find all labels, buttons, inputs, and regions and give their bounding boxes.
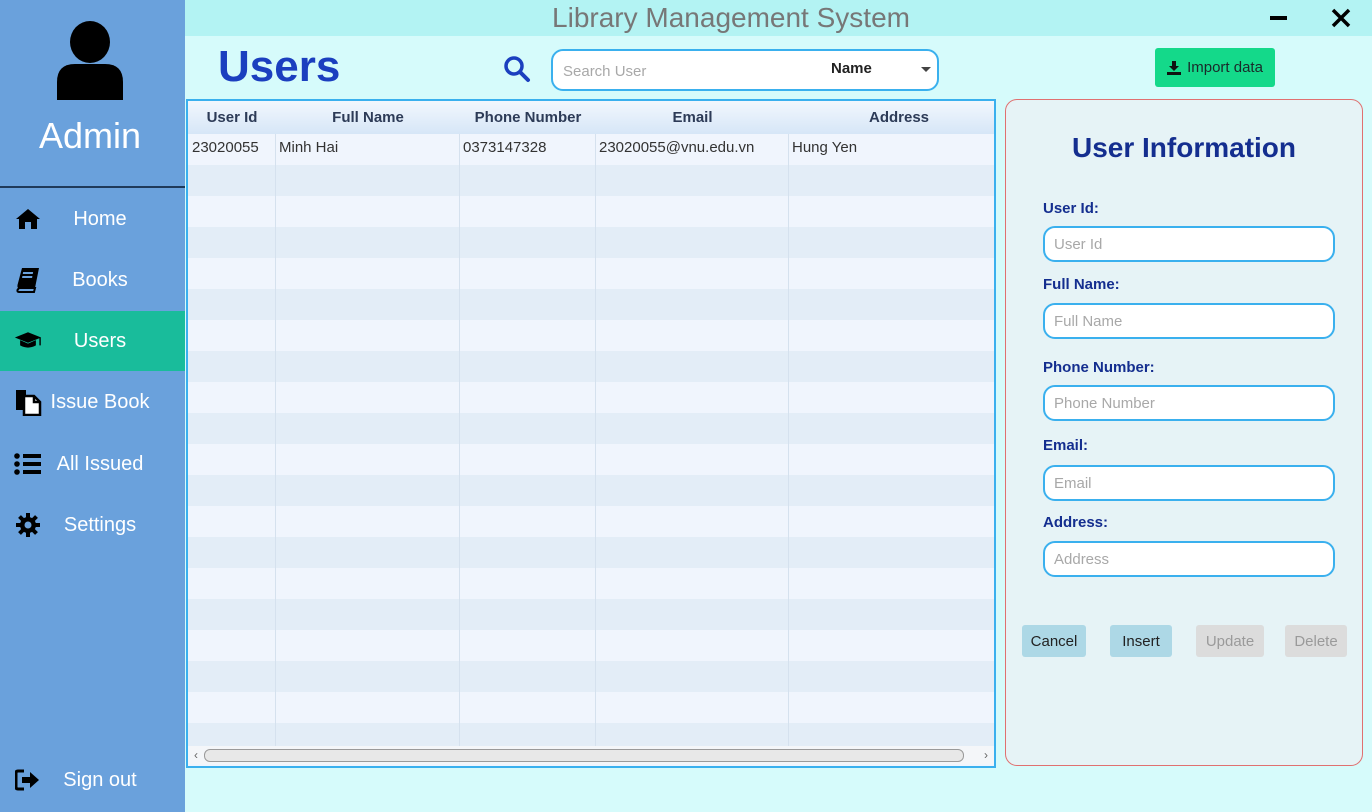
empty-table-row [188,692,994,723]
horizontal-scrollbar[interactable]: ‹ › [188,746,994,764]
email-field[interactable] [1043,465,1335,501]
import-data-button[interactable]: Import data [1155,48,1275,87]
full-name-field[interactable] [1043,303,1335,339]
minimize-button[interactable] [1265,4,1293,32]
empty-table-row [188,258,994,289]
empty-table-row [188,630,994,661]
phone-number-field[interactable] [1043,385,1335,421]
empty-table-row [188,196,994,227]
copy-file-icon [14,388,42,416]
empty-table-row [188,320,994,351]
admin-label: Admin [38,115,142,156]
graduation-cap-icon [14,327,42,355]
empty-table-row [188,568,994,599]
search-filter-value: Name [831,60,872,77]
form-title: User Information [1071,132,1297,163]
column-divider [788,134,789,746]
gear-icon [14,511,42,539]
empty-table-row [188,661,994,692]
empty-table-row [188,165,994,196]
cell-phone-number: 0373147328 [463,139,547,156]
empty-table-row [188,382,994,413]
empty-table-row [188,475,994,506]
empty-table-row [188,413,994,444]
cell-address: Hung Yen [792,139,858,156]
column-header-phone-number[interactable]: Phone Number [460,101,596,134]
page-title: Users [218,42,341,91]
search-box: Name [551,49,939,91]
close-button[interactable] [1327,4,1355,32]
sidebar-divider [0,186,185,188]
address-field[interactable] [1043,541,1335,577]
sidebar-item-books[interactable]: Books [0,250,185,310]
search-input[interactable] [561,59,815,83]
sidebar-item-label: Settings [63,513,137,536]
sidebar-item-label: All Issued [56,452,144,475]
sign-out-button[interactable]: Sign out [0,750,185,810]
close-icon [1331,8,1351,28]
column-header-email[interactable]: Email [596,101,789,134]
sidebar-item-label: Issue Book [50,390,150,413]
empty-table-row [188,227,994,258]
user-avatar-icon [55,20,125,102]
sidebar-item-users[interactable]: Users [0,311,185,371]
table-row[interactable]: 23020055 Minh Hai 0373147328 23020055@vn… [188,134,994,165]
column-header-address[interactable]: Address [789,101,994,134]
import-data-label: Import data [1187,59,1263,76]
sidebar: Admin Home Books Users Issue Book All Is… [0,0,185,812]
address-label: Address: [1043,514,1109,531]
sign-out-icon [14,766,42,794]
empty-table-row [188,537,994,568]
sidebar-item-issue-book[interactable]: Issue Book [0,372,185,432]
download-icon [1167,60,1182,75]
empty-table-row [188,599,994,630]
table-header: User Id Full Name Phone Number Email Add… [188,101,994,134]
column-header-user-id[interactable]: User Id [188,101,276,134]
cell-email: 23020055@vnu.edu.vn [599,139,755,156]
sidebar-item-label: Users [73,329,127,352]
empty-table-row [188,351,994,382]
column-divider [459,134,460,746]
book-icon [14,266,42,294]
insert-button[interactable]: Insert [1110,625,1172,657]
update-button[interactable]: Update [1196,625,1264,657]
column-header-full-name[interactable]: Full Name [276,101,460,134]
home-icon [14,205,42,233]
empty-table-row [188,289,994,320]
cell-full-name: Minh Hai [279,139,339,156]
delete-button[interactable]: Delete [1285,625,1347,657]
search-icon[interactable] [503,55,531,83]
scroll-left-icon[interactable]: ‹ [191,749,201,761]
cancel-button[interactable]: Cancel [1022,625,1086,657]
search-filter-select[interactable]: Name [831,60,931,80]
sidebar-item-label: Home [73,207,127,230]
column-divider [595,134,596,746]
sidebar-item-settings[interactable]: Settings [0,495,185,555]
sidebar-item-home[interactable]: Home [0,189,185,249]
minimize-icon [1270,16,1287,20]
scrollbar-thumb[interactable] [204,749,964,762]
scroll-right-icon[interactable]: › [981,749,991,761]
chevron-down-icon [921,67,931,72]
cell-user-id: 23020055 [192,139,259,156]
empty-table-row [188,506,994,537]
app-title: Library Management System [552,2,910,33]
full-name-label: Full Name: [1043,276,1120,293]
user-id-label: User Id: [1043,200,1099,217]
user-id-field[interactable] [1043,226,1335,262]
user-information-panel: User Information User Id: Full Name: Pho… [1005,99,1363,766]
column-divider [275,134,276,746]
users-table[interactable]: User Id Full Name Phone Number Email Add… [186,99,996,768]
empty-table-row [188,444,994,475]
email-label: Email: [1043,437,1089,454]
phone-number-label: Phone Number: [1043,359,1155,376]
sidebar-item-label: Books [72,268,128,291]
sign-out-label: Sign out [63,768,137,791]
list-icon [14,450,42,478]
sidebar-item-all-issued[interactable]: All Issued [0,434,185,494]
